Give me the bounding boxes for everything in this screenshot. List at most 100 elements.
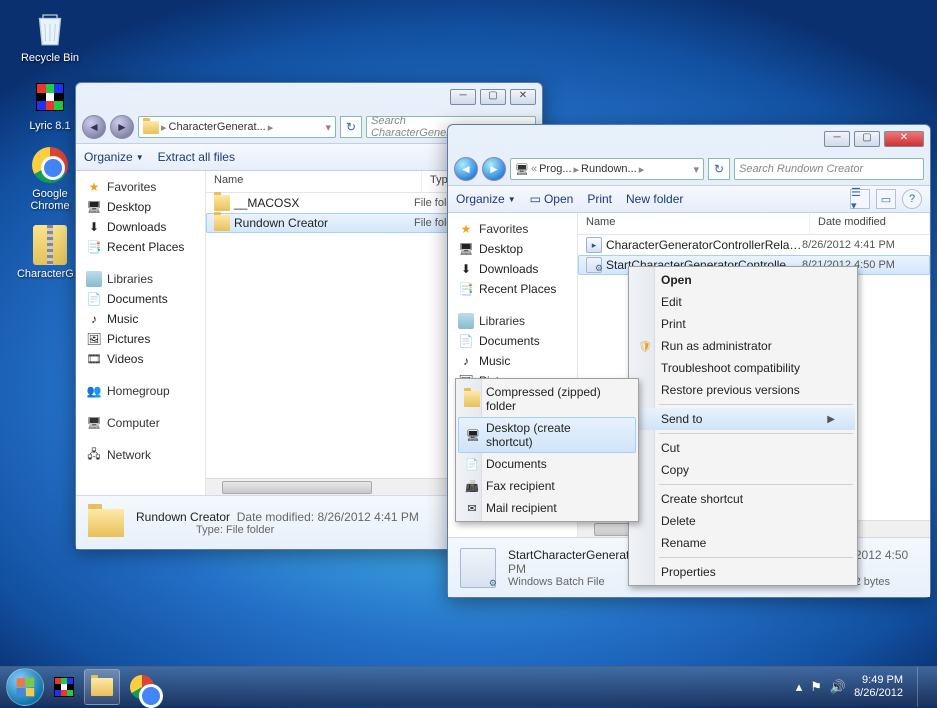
maximize-button[interactable]: ▢ (854, 131, 880, 147)
show-desktop-button[interactable] (917, 667, 927, 707)
context-delete[interactable]: Delete (631, 510, 855, 532)
nav-homegroup[interactable]: 👥Homegroup (80, 381, 201, 401)
documents-icon: 📄 (464, 456, 480, 472)
search-input[interactable]: Search Rundown Creator (734, 158, 924, 180)
breadcrumb-separator-icon: ▸ (574, 163, 580, 176)
refresh-button[interactable]: ↻ (708, 158, 730, 180)
nav-music[interactable]: ♪Music (452, 351, 573, 371)
breadcrumb-separator-icon: ▸ (161, 121, 167, 134)
sendto-documents[interactable]: 📄Documents (458, 453, 636, 475)
titlebar[interactable]: ─ ▢ ✕ (76, 83, 542, 111)
nav-bar: ◄ ► 🖥 « Prog... ▸ Rundown... ▸ ▾ ↻ Searc… (448, 153, 930, 185)
action-center-icon[interactable]: ⚑ (810, 679, 822, 695)
nav-pictures[interactable]: 🖼Pictures (80, 329, 201, 349)
extract-all-button[interactable]: Extract all files (158, 150, 235, 164)
breadcrumb-item[interactable]: CharacterGenerat... (169, 121, 266, 133)
zip-archive-icon (29, 224, 71, 266)
fax-icon: 📠 (464, 478, 480, 494)
sendto-fax[interactable]: 📠Fax recipient (458, 475, 636, 497)
nav-libraries-header[interactable]: Libraries (80, 269, 201, 289)
forward-button[interactable]: ► (482, 157, 506, 181)
downloads-icon: ⬇ (458, 261, 474, 277)
context-troubleshoot[interactable]: Troubleshoot compatibility (631, 357, 855, 379)
nav-computer[interactable]: 🖥Computer (80, 413, 201, 433)
address-bar[interactable]: ▸ CharacterGenerat... ▸ ▾ (138, 116, 336, 138)
sendto-desktop-shortcut[interactable]: 🖥Desktop (create shortcut) (458, 417, 636, 453)
titlebar[interactable]: ─ ▢ ✕ (448, 125, 930, 153)
help-button[interactable]: ? (902, 189, 922, 209)
close-button[interactable]: ✕ (884, 131, 924, 147)
documents-icon: 📄 (86, 291, 102, 307)
dropdown-icon[interactable]: ▾ (693, 163, 699, 176)
nav-desktop[interactable]: 🖥Desktop (80, 197, 201, 217)
context-send-to[interactable]: Send to▶ (631, 408, 855, 430)
lyric-icon (29, 76, 71, 118)
nav-recent-places[interactable]: 📑Recent Places (80, 237, 201, 257)
close-button[interactable]: ✕ (510, 89, 536, 105)
nav-documents[interactable]: 📄Documents (452, 331, 573, 351)
context-cut[interactable]: Cut (631, 437, 855, 459)
chrome-icon (29, 144, 71, 186)
volume-icon[interactable]: 🔊 (830, 679, 846, 695)
context-properties[interactable]: Properties (631, 561, 855, 583)
column-date[interactable]: Date modified (810, 213, 930, 234)
taskbar-lyric[interactable] (48, 669, 80, 705)
back-button[interactable]: ◄ (454, 157, 478, 181)
start-button[interactable] (6, 668, 44, 706)
nav-music[interactable]: ♪Music (80, 309, 201, 329)
refresh-button[interactable]: ↻ (340, 116, 362, 138)
minimize-button[interactable]: ─ (824, 131, 850, 147)
minimize-button[interactable]: ─ (450, 89, 476, 105)
context-run-as-admin[interactable]: 🛡Run as administrator (631, 335, 855, 357)
maximize-button[interactable]: ▢ (480, 89, 506, 105)
column-name[interactable]: Name (206, 171, 422, 192)
nav-libraries-header[interactable]: Libraries (452, 311, 573, 331)
breadcrumb-item[interactable]: Prog... (539, 163, 571, 175)
print-button[interactable]: Print (587, 192, 612, 206)
desktop-icon-recycle-bin[interactable]: Recycle Bin (12, 8, 88, 64)
taskbar-explorer[interactable] (84, 669, 120, 705)
new-folder-button[interactable]: New folder (626, 192, 683, 206)
nav-downloads[interactable]: ⬇Downloads (80, 217, 201, 237)
nav-recent-places[interactable]: 📑Recent Places (452, 279, 573, 299)
nav-downloads[interactable]: ⬇Downloads (452, 259, 573, 279)
address-bar[interactable]: 🖥 « Prog... ▸ Rundown... ▸ ▾ (510, 158, 704, 180)
view-options-button[interactable]: ☰ ▾ (850, 189, 870, 209)
clock[interactable]: 9:49 PM 8/26/2012 (854, 674, 903, 700)
context-open[interactable]: Open (631, 269, 855, 291)
nav-favorites-header[interactable]: ★Favorites (80, 177, 201, 197)
preview-pane-button[interactable]: ▭ (876, 189, 896, 209)
nav-videos[interactable]: 🎞Videos (80, 349, 201, 369)
sendto-submenu: Compressed (zipped) folder 🖥Desktop (cre… (455, 378, 639, 522)
context-rename[interactable]: Rename (631, 532, 855, 554)
organize-menu[interactable]: Organize ▼ (84, 150, 144, 164)
toolbar: Organize ▼ ▭ Open Print New folder ☰ ▾ ▭… (448, 185, 930, 213)
back-button[interactable]: ◄ (82, 115, 106, 139)
context-create-shortcut[interactable]: Create shortcut (631, 488, 855, 510)
taskbar-chrome[interactable] (124, 669, 160, 705)
context-print[interactable]: Print (631, 313, 855, 335)
nav-documents[interactable]: 📄Documents (80, 289, 201, 309)
forward-button[interactable]: ► (110, 115, 134, 139)
folder-icon (143, 121, 159, 134)
menu-separator (659, 433, 853, 434)
context-restore-versions[interactable]: Restore previous versions (631, 379, 855, 401)
file-row[interactable]: ▸ CharacterGeneratorControllerRelayServe… (578, 235, 930, 255)
nav-desktop[interactable]: 🖥Desktop (452, 239, 573, 259)
sendto-mail[interactable]: ✉Mail recipient (458, 497, 636, 519)
open-button[interactable]: ▭ Open (530, 192, 574, 206)
column-headers[interactable]: Name Date modified (578, 213, 930, 235)
recent-icon: 📑 (458, 281, 474, 297)
file-date: 8/26/2012 4:41 PM (802, 239, 922, 251)
breadcrumb-item[interactable]: Rundown... (581, 163, 637, 175)
column-name[interactable]: Name (578, 213, 810, 234)
organize-menu[interactable]: Organize ▼ (456, 192, 516, 206)
context-edit[interactable]: Edit (631, 291, 855, 313)
context-copy[interactable]: Copy (631, 459, 855, 481)
folder-icon (86, 503, 126, 543)
nav-favorites-header[interactable]: ★Favorites (452, 219, 573, 239)
sendto-compressed[interactable]: Compressed (zipped) folder (458, 381, 636, 417)
nav-network[interactable]: 🖧Network (80, 445, 201, 465)
dropdown-icon[interactable]: ▾ (325, 121, 331, 134)
tray-show-hidden-icon[interactable]: ▴ (796, 679, 803, 695)
